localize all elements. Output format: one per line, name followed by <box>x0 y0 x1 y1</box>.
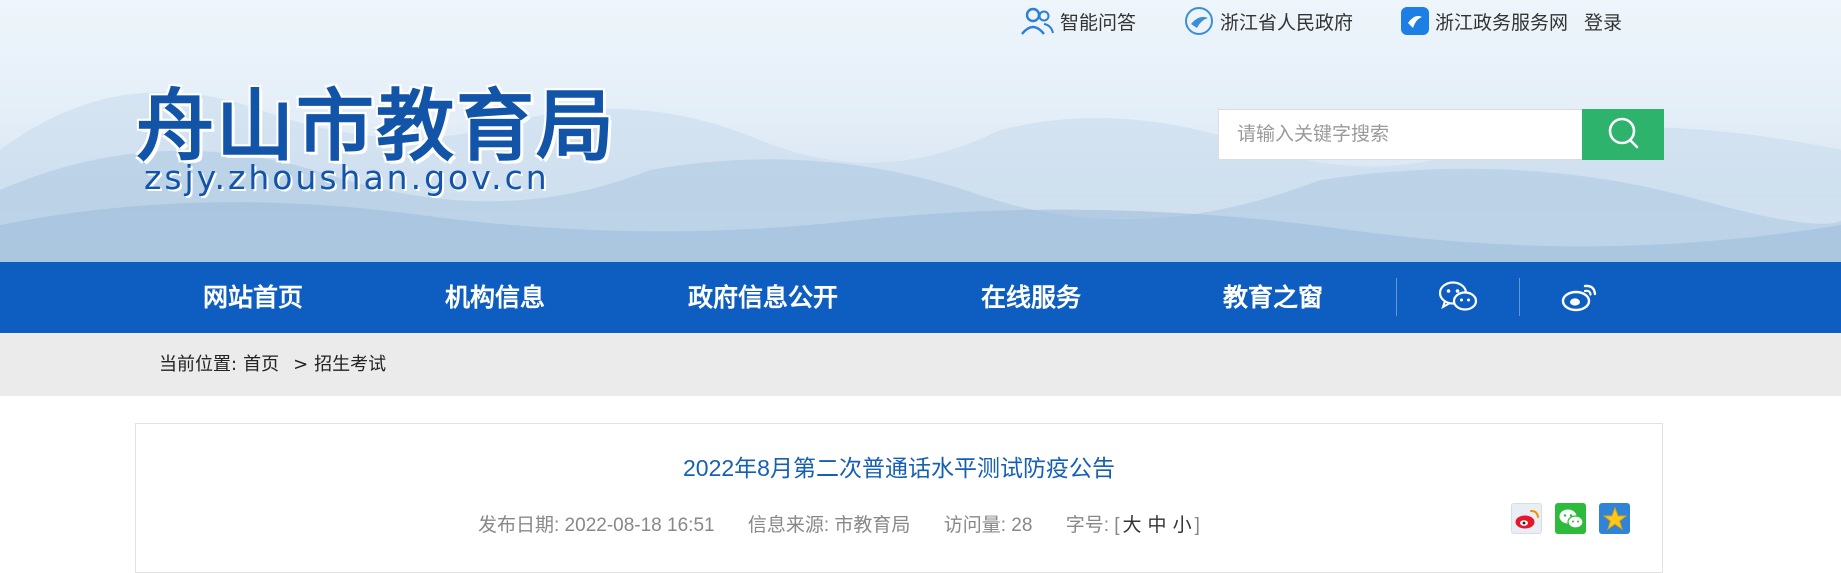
info-source: 信息来源: 市教育局 <box>747 515 911 536</box>
wechat-icon[interactable] <box>1438 280 1478 318</box>
main-nav: 网站首页 机构信息 政府信息公开 在线服务 教育之窗 <box>0 262 1841 333</box>
zj-gov-logo-icon <box>1184 6 1214 36</box>
breadcrumb-separator: > <box>293 354 309 375</box>
top-links: 智能问答 浙江省人民政府 浙江政务服务网 登录 <box>1020 6 1622 36</box>
weibo-share-icon[interactable] <box>1511 503 1542 534</box>
font-small-button[interactable]: 小 <box>1173 515 1192 536</box>
nav-divider <box>1396 278 1397 316</box>
toplink-zj-gov[interactable]: 浙江省人民政府 <box>1184 6 1353 36</box>
publish-date: 发布日期: 2022-08-18 16:51 <box>478 515 715 536</box>
weibo-icon[interactable] <box>1561 280 1599 316</box>
breadcrumb-current[interactable]: 招生考试 <box>314 354 386 375</box>
search-input[interactable] <box>1218 109 1582 160</box>
nav-gov-info[interactable]: 政府信息公开 <box>688 262 838 333</box>
nav-organization[interactable]: 机构信息 <box>445 262 545 333</box>
font-size-close: ] <box>1194 515 1200 536</box>
zj-service-logo-icon <box>1401 7 1430 35</box>
breadcrumb-home[interactable]: 首页 <box>243 354 279 375</box>
font-medium-button[interactable]: 中 <box>1148 515 1167 536</box>
search-icon <box>1605 115 1641 154</box>
site-header: 智能问答 浙江省人民政府 浙江政务服务网 登录 舟山市教育局 zsjy.zhou… <box>0 0 1841 262</box>
users-icon <box>1020 6 1054 36</box>
visit-count: 访问量: 28 <box>943 515 1033 536</box>
toplink-smart-qa[interactable]: 智能问答 <box>1020 6 1136 36</box>
search-button[interactable] <box>1582 109 1664 160</box>
toplink-label: 智能问答 <box>1060 11 1137 34</box>
breadcrumb-prefix: 当前位置: <box>159 354 238 375</box>
nav-online-service[interactable]: 在线服务 <box>981 262 1081 333</box>
font-large-button[interactable]: 大 <box>1123 515 1142 536</box>
font-size-switcher: 字号: [大中小] <box>1066 515 1200 536</box>
breadcrumb-bar: 当前位置: 首页 > 招生考试 <box>0 333 1841 396</box>
login-link[interactable]: 登录 <box>1584 8 1622 35</box>
font-size-label: 字号: [ <box>1065 515 1120 536</box>
article-meta: 发布日期: 2022-08-18 16:51 信息来源: 市教育局 访问量: 2… <box>478 510 1200 537</box>
nav-home[interactable]: 网站首页 <box>203 262 303 333</box>
qzone-share-icon[interactable] <box>1599 503 1630 534</box>
toplink-label: 浙江政务服务网 <box>1435 11 1569 34</box>
toplink-label: 浙江省人民政府 <box>1220 11 1354 34</box>
article-title: 2022年8月第二次普通话水平测试防疫公告 <box>683 455 1115 481</box>
site-logo-domain: zsjy.zhoushan.gov.cn <box>144 158 550 197</box>
toplink-zj-service[interactable]: 浙江政务服务网 <box>1401 7 1568 35</box>
article-panel: 2022年8月第二次普通话水平测试防疫公告 发布日期: 2022-08-18 1… <box>135 423 1663 573</box>
search-box <box>1218 109 1664 160</box>
wechat-share-icon[interactable] <box>1555 503 1586 534</box>
breadcrumb: 当前位置: 首页 > 招生考试 <box>159 333 392 396</box>
nav-divider <box>1519 278 1520 316</box>
share-buttons <box>1511 503 1643 534</box>
nav-education-window[interactable]: 教育之窗 <box>1223 262 1323 333</box>
